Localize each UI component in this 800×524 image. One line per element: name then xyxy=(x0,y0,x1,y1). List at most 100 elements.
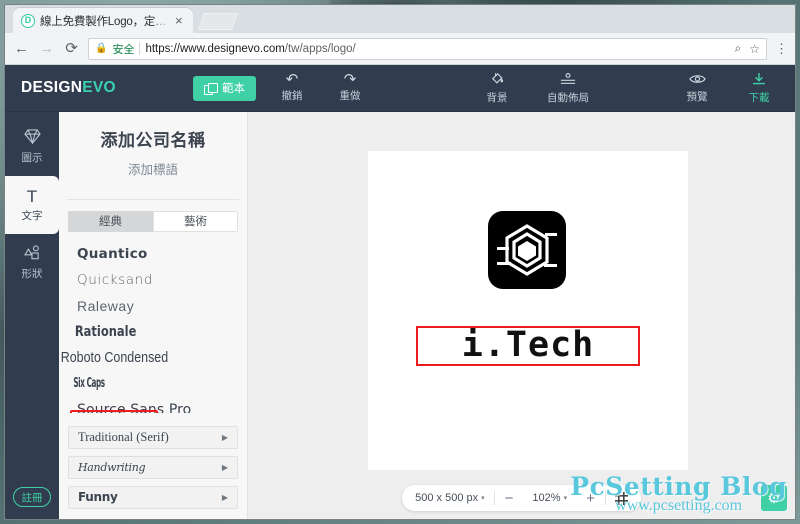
text-panel: 添加公司名稱 添加標語 經典 藝術 Quantico Quicksand Ral… xyxy=(59,112,248,519)
category-funny-label: Funny xyxy=(78,490,118,505)
selection-box-logo-text xyxy=(416,326,640,366)
sidebar-item-icons-label: 圖示 xyxy=(21,152,43,164)
shapes-icon xyxy=(23,245,41,263)
undo-icon: ↶ xyxy=(285,71,299,88)
zoom-indicator-icon[interactable]: ⌕ xyxy=(735,41,742,56)
browser-menu-icon[interactable]: ⋮ xyxy=(775,42,788,55)
preview-label: 預覽 xyxy=(686,90,708,103)
left-rail: 圖示 T 文字 形狀 註冊 xyxy=(5,112,59,519)
logo-text-evo: EVO xyxy=(82,79,116,96)
designevo-app: DESIGNEVO 範本 ↶ 撤銷 ↷ 重做 背景 自動佈局 預覽 下載 圖示 … xyxy=(5,65,795,519)
browser-tab-active[interactable]: D 線上免費製作Logo，定… × xyxy=(13,8,193,33)
undo-label: 撤銷 xyxy=(281,90,303,102)
url-path: /tw/apps/logo/ xyxy=(284,42,356,55)
sidebar-item-shapes[interactable]: 形狀 xyxy=(5,234,59,292)
font-style-tabs: 經典 藝術 xyxy=(68,210,238,232)
omnibox-divider xyxy=(139,42,141,55)
settings-button[interactable]: ⚙ xyxy=(761,485,787,511)
browser-navbar: ← → ⟳ 🔒 安全 https://www.designevo.com/tw/… xyxy=(5,33,795,65)
zoom-controls: 500 x 500 px ▾ − 102% ▾ + xyxy=(402,485,641,511)
back-icon[interactable]: ← xyxy=(13,41,30,56)
panel-divider xyxy=(67,199,239,200)
forward-icon: → xyxy=(39,40,54,57)
zoom-level-value: 102% xyxy=(532,492,561,504)
tab-classic[interactable]: 經典 xyxy=(68,210,153,232)
zoom-out-button[interactable]: − xyxy=(495,491,524,506)
new-tab-button[interactable] xyxy=(197,13,239,30)
text-t-icon: T xyxy=(26,186,38,206)
grid-icon xyxy=(614,491,628,505)
category-funny[interactable]: Funny ▶ xyxy=(68,485,238,509)
preview-button[interactable]: 預覽 xyxy=(675,73,719,104)
toolbar-left-group: 範本 ↶ 撤銷 ↷ 重做 xyxy=(193,71,372,103)
screenshot-root: pc ✕ D 線上免費製作Logo，定… × ← → ⟳ 🔒 安全 https:… xyxy=(0,0,800,524)
chevron-right-icon: ▶ xyxy=(221,432,228,442)
chevron-right-icon: ▶ xyxy=(221,492,228,502)
category-traditional-serif[interactable]: Traditional (Serif) ▶ xyxy=(68,425,238,449)
category-traditional-serif-label: Traditional (Serif) xyxy=(78,429,169,444)
canvas-size-dropdown[interactable]: 500 x 500 px ▾ xyxy=(406,492,494,504)
secure-label: 安全 xyxy=(112,43,135,56)
lock-icon: 🔒 xyxy=(95,42,108,54)
category-handwriting-label: Handwriting xyxy=(78,460,146,474)
font-item-quantico[interactable]: Quantico xyxy=(59,241,247,267)
download-icon xyxy=(751,72,767,89)
zoom-in-button[interactable]: + xyxy=(576,491,605,506)
font-list: Quantico Quicksand Raleway Rationale Rob… xyxy=(59,232,247,413)
template-button[interactable]: 範本 xyxy=(193,75,256,101)
hexagon-graphic xyxy=(488,211,566,289)
browser-tabstrip: D 線上免費製作Logo，定… × xyxy=(5,5,795,33)
grid-toggle-button[interactable] xyxy=(606,491,637,505)
canvas-size-value: 500 x 500 px xyxy=(415,492,479,504)
template-icon xyxy=(204,82,218,95)
add-company-name-button[interactable]: 添加公司名稱 xyxy=(69,126,237,151)
background-button[interactable]: 背景 xyxy=(475,71,519,105)
app-logo: DESIGNEVO xyxy=(5,79,185,97)
diamond-icon xyxy=(23,129,41,147)
toolbar-center-group: 背景 自動佈局 xyxy=(475,71,595,105)
browser-window: D 線上免費製作Logo，定… × ← → ⟳ 🔒 安全 https://www… xyxy=(4,4,796,520)
tab-artistic[interactable]: 藝術 xyxy=(153,210,238,232)
auto-layout-label: 自動佈局 xyxy=(547,91,589,104)
auto-layout-button[interactable]: 自動佈局 xyxy=(541,72,595,105)
zoom-level-dropdown[interactable]: 102% ▾ xyxy=(523,492,576,504)
download-button[interactable]: 下載 xyxy=(737,72,781,105)
chevron-down-icon: ▾ xyxy=(481,495,485,502)
address-bar[interactable]: 🔒 安全 https://www.designevo.com/tw/apps/l… xyxy=(88,37,767,60)
font-item-raleway[interactable]: Raleway xyxy=(59,293,247,319)
app-toolbar: DESIGNEVO 範本 ↶ 撤銷 ↷ 重做 背景 自動佈局 預覽 下載 xyxy=(5,65,795,112)
chevron-down-icon: ▾ xyxy=(563,495,568,502)
gear-icon: ⚙ xyxy=(767,490,781,507)
sidebar-item-icons[interactable]: 圖示 xyxy=(5,118,59,176)
template-button-label: 範本 xyxy=(222,83,245,95)
hexagon-logo-icon[interactable] xyxy=(488,211,566,289)
text-panel-header: 添加公司名稱 添加標語 xyxy=(59,112,247,188)
sidebar-item-text[interactable]: T 文字 xyxy=(5,176,59,234)
annotation-step-number: 1. xyxy=(167,412,180,413)
favicon-designevo-icon: D xyxy=(21,13,35,28)
font-item-rationale[interactable]: Rationale xyxy=(59,319,224,345)
canvas-bottom-bar: 500 x 500 px ▾ − 102% ▾ + xyxy=(248,477,795,519)
font-item-six-caps[interactable]: Six Caps xyxy=(59,365,209,403)
sidebar-item-text-label: 文字 xyxy=(21,209,43,222)
category-handwriting[interactable]: Handwriting ▶ xyxy=(68,455,238,479)
redo-button[interactable]: ↷ 重做 xyxy=(328,71,372,103)
add-slogan-button[interactable]: 添加標語 xyxy=(69,159,237,178)
font-item-quicksand[interactable]: Quicksand xyxy=(59,267,247,293)
signup-button[interactable]: 註冊 xyxy=(13,487,51,507)
bookmark-star-icon[interactable]: ☆ xyxy=(749,42,760,56)
chevron-right-icon: ▶ xyxy=(221,462,228,472)
reload-icon[interactable]: ⟳ xyxy=(63,41,80,56)
paint-bucket-icon xyxy=(490,71,505,89)
undo-button[interactable]: ↶ 撤銷 xyxy=(270,71,314,103)
logo-canvas[interactable]: i.Tech xyxy=(368,151,688,470)
address-bar-url: https://www.designevo.com/tw/apps/logo/ xyxy=(145,43,355,55)
canvas-workspace[interactable]: i.Tech 500 x 500 px ▾ − 102% ▾ + ⚙ PcSet… xyxy=(248,112,795,519)
logo-text-design: DESIGN xyxy=(21,79,83,96)
redo-icon: ↷ xyxy=(343,71,357,88)
download-label: 下載 xyxy=(748,91,770,104)
eye-icon xyxy=(688,73,706,88)
toolbar-right-group: 預覽 下載 xyxy=(675,72,781,105)
tab-close-icon[interactable]: × xyxy=(175,14,187,27)
sidebar-item-shapes-label: 形狀 xyxy=(21,268,43,280)
